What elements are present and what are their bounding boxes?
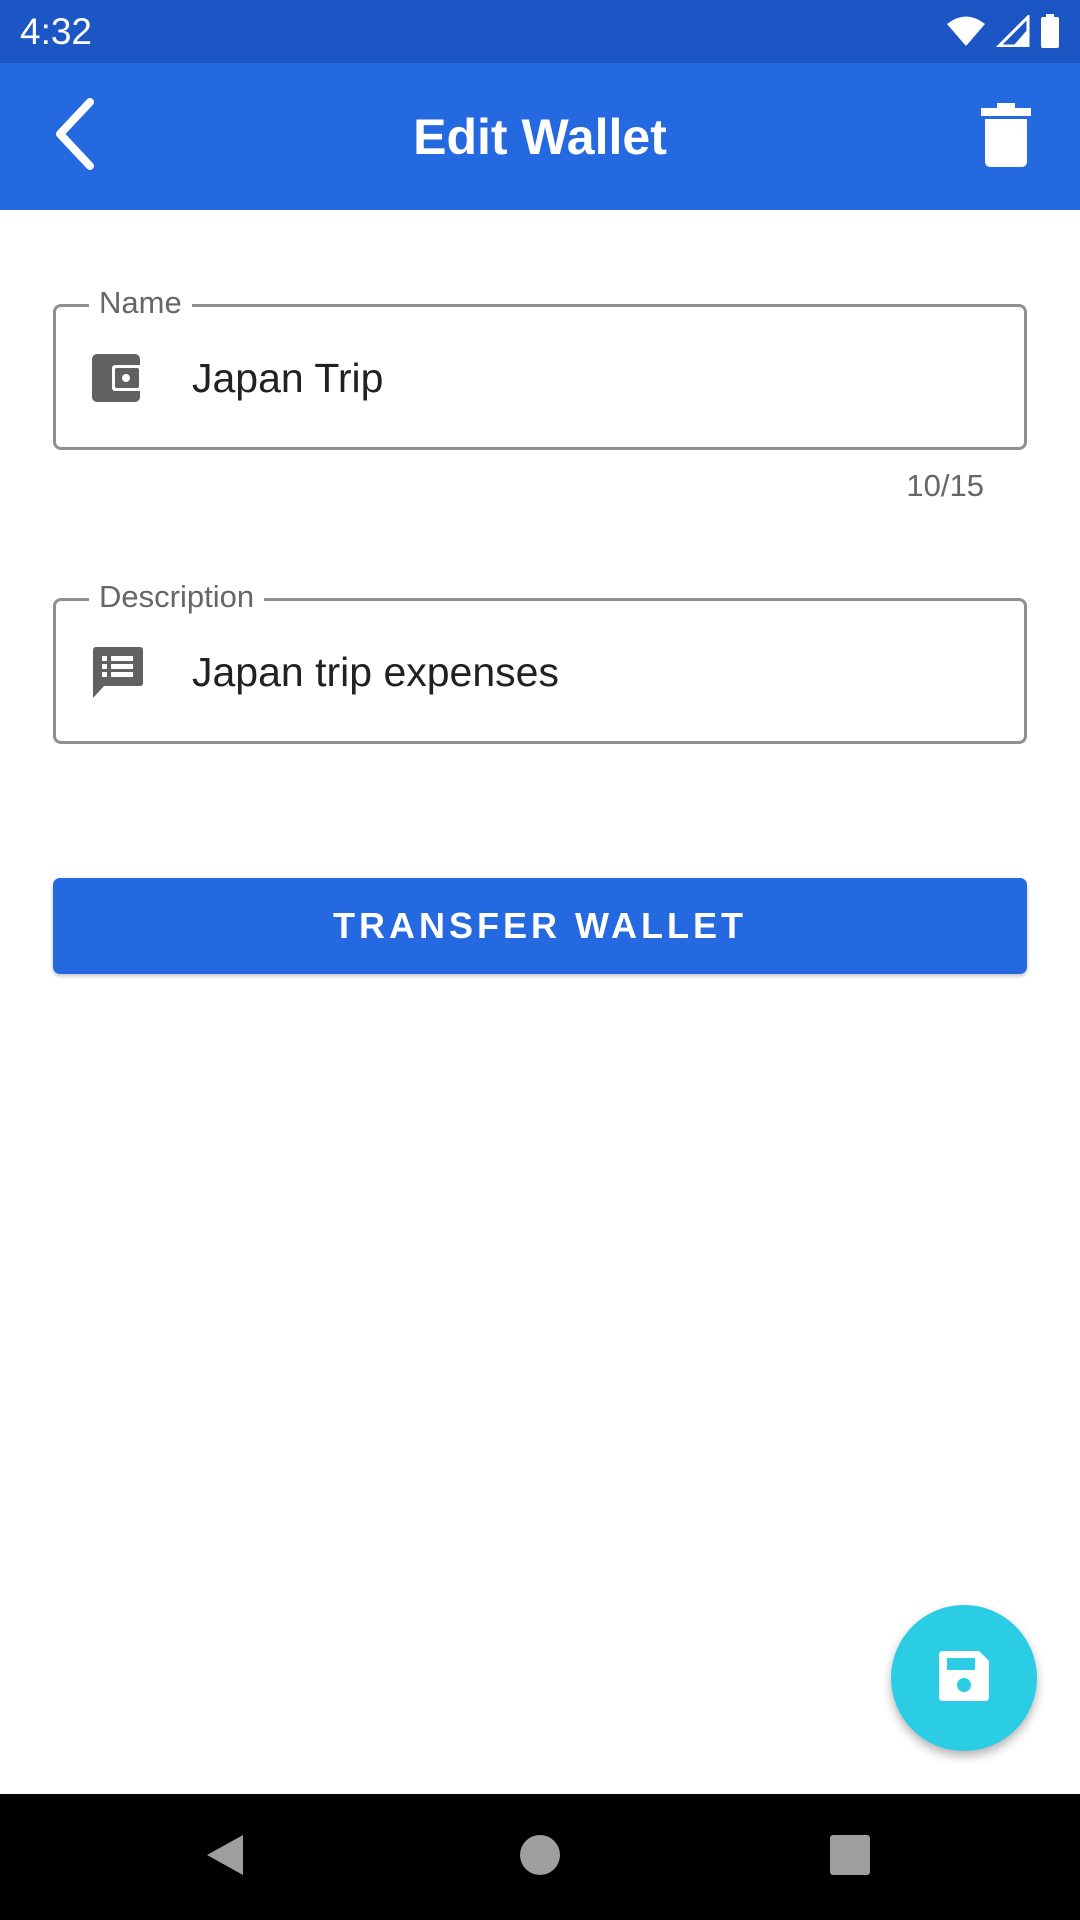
name-char-counter: 10/15 xyxy=(906,468,984,503)
signal-icon xyxy=(996,15,1030,47)
navigation-bar xyxy=(0,1794,1080,1920)
wifi-icon xyxy=(946,15,986,47)
description-label: Description xyxy=(89,577,265,617)
name-label: Name xyxy=(89,283,192,323)
screen: 4:32 Edit Wallet Name Japan Trip 10/15 D… xyxy=(0,0,1080,1920)
wallet-icon xyxy=(90,351,144,405)
home-circle-icon xyxy=(518,1833,562,1882)
page-title: Edit Wallet xyxy=(413,109,667,165)
description-input[interactable]: Japan trip expenses xyxy=(192,647,559,697)
back-triangle-icon xyxy=(203,1831,247,1884)
battery-icon xyxy=(1040,14,1060,48)
transfer-wallet-button[interactable]: TRANSFER WALLET xyxy=(53,878,1027,974)
trash-icon xyxy=(980,102,1032,172)
app-bar: Edit Wallet xyxy=(0,63,1080,210)
name-input[interactable]: Japan Trip xyxy=(192,353,383,403)
status-bar: 4:32 xyxy=(0,0,1080,63)
save-icon xyxy=(937,1649,991,1708)
comment-list-icon xyxy=(90,645,144,699)
nav-recents-button[interactable] xyxy=(810,1817,890,1897)
nav-home-button[interactable] xyxy=(500,1817,580,1897)
save-fab-button[interactable] xyxy=(891,1605,1037,1751)
status-time: 4:32 xyxy=(20,11,93,52)
nav-back-button[interactable] xyxy=(185,1817,265,1897)
name-field[interactable]: Name Japan Trip xyxy=(53,283,1027,450)
status-icons xyxy=(946,13,1060,49)
description-field[interactable]: Description Japan trip expenses xyxy=(53,577,1027,744)
recents-square-icon xyxy=(828,1833,872,1882)
delete-button[interactable] xyxy=(970,101,1042,173)
